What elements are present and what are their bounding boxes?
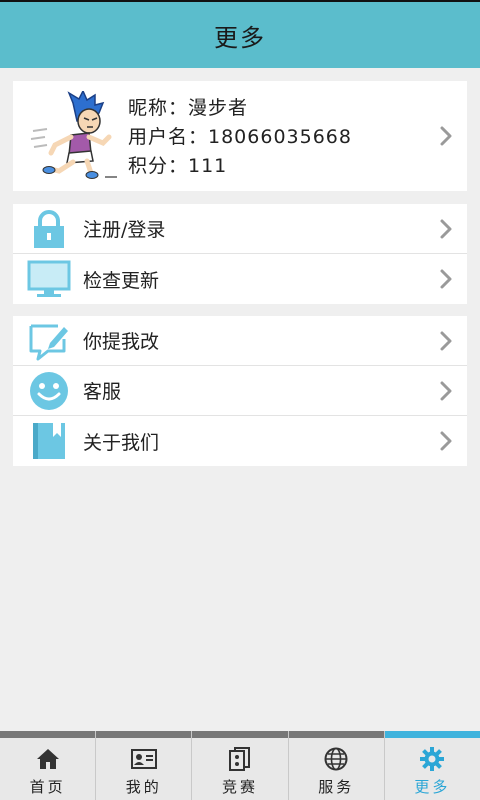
nickname-text: 昵称：漫步者 [128, 97, 249, 119]
chevron-right-icon [440, 269, 452, 289]
menu-item-register-login[interactable]: 注册/登录 [13, 204, 467, 254]
chevron-right-icon [440, 126, 452, 146]
chevron-right-icon [440, 331, 452, 350]
chevron-right-icon [440, 431, 452, 451]
tab-indicator [288, 731, 384, 738]
cards-icon [227, 747, 253, 771]
menu-item-customer-service[interactable]: 客服 [13, 366, 467, 416]
chevron-right-icon [440, 219, 452, 238]
tab-label: 首页 [29, 778, 66, 796]
menu-item-about-us[interactable]: 关于我们 [13, 416, 467, 466]
tab-indicator [384, 731, 480, 738]
profile-info: 昵称：漫步者 用户名：18066035668 积分：111 [128, 94, 352, 181]
gear-icon [419, 747, 445, 771]
title-bar: 更多 [0, 2, 480, 68]
menu-item-label: 关于我们 [83, 431, 160, 454]
menu-item-label: 你提我改 [83, 331, 160, 353]
tab-home[interactable]: 首页 [0, 731, 97, 800]
book-icon [27, 421, 71, 461]
tab-indicator [0, 731, 96, 738]
id-card-icon [130, 747, 157, 771]
page-title: 更多 [214, 23, 266, 52]
menu-item-label: 客服 [83, 381, 122, 403]
smiley-icon [27, 371, 71, 411]
tab-service[interactable]: 服务 [288, 731, 385, 800]
menu-item-label: 注册/登录 [83, 219, 166, 241]
chevron-right-icon [440, 381, 452, 400]
tab-label: 服务 [318, 778, 355, 796]
tab-label: 我的 [125, 778, 162, 796]
lock-icon [27, 209, 71, 249]
menu-item-feedback[interactable]: 你提我改 [13, 316, 467, 366]
tab-more[interactable]: 更多 [384, 731, 480, 800]
bottom-tab-bar: 首页 我的 竞赛 服务 更多 [0, 731, 480, 800]
tab-mine[interactable]: 我的 [96, 731, 193, 800]
tab-label: 更多 [414, 778, 451, 796]
globe-icon [323, 747, 349, 771]
points-text: 积分：111 [128, 155, 228, 177]
tab-label: 竞赛 [222, 778, 259, 796]
menu-item-label: 检查更新 [83, 269, 160, 292]
home-icon [35, 747, 61, 771]
tab-competition[interactable]: 竞赛 [192, 731, 289, 800]
tab-indicator [192, 731, 288, 738]
monitor-icon [27, 259, 71, 299]
edit-feedback-icon [27, 321, 71, 361]
profile-card[interactable]: 昵称：漫步者 用户名：18066035668 积分：111 [13, 81, 467, 191]
support-menu-group: 你提我改 客服 关于我们 [13, 316, 467, 466]
menu-item-check-update[interactable]: 检查更新 [13, 254, 467, 304]
tab-indicator [96, 731, 192, 738]
username-text: 用户名：18066035668 [128, 126, 352, 148]
running-man-avatar [30, 91, 117, 179]
account-menu-group: 注册/登录 检查更新 [13, 204, 467, 304]
